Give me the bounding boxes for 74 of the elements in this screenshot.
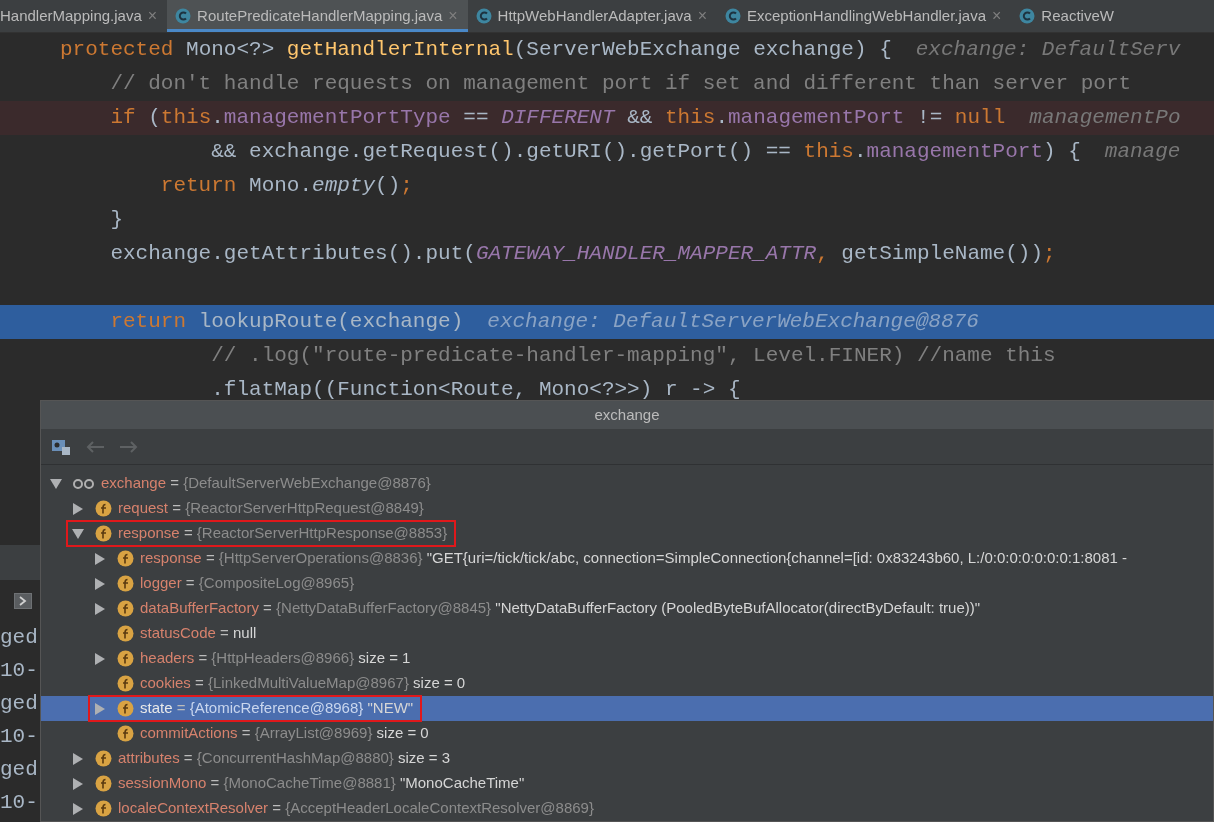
inline-value-hint: exchange: DefaultServ <box>915 37 1181 63</box>
field-icon <box>95 800 112 817</box>
variable-entry: attributes = {ConcurrentHashMap@8880} size = 3 <box>118 748 451 769</box>
variable-entry: headers = {HttpHeaders@8966} size = 1 <box>140 648 411 669</box>
code-line: // .log("route-predicate-handler-mapping", Level.FINER) //name this <box>210 343 1056 369</box>
glasses-icon <box>73 477 95 490</box>
field-icon <box>95 500 112 517</box>
console-text: 10- <box>0 791 38 814</box>
console-text: 10- <box>0 659 38 682</box>
selected-tree-row[interactable]: state = {AtomicReference@8968} "NEW" <box>41 696 1213 721</box>
expand-arrow-icon[interactable] <box>94 652 106 665</box>
expand-arrow-icon[interactable] <box>94 577 106 590</box>
code-line: } <box>109 207 123 233</box>
expand-arrow-icon[interactable] <box>72 802 84 815</box>
inline-value-hint: managementPo <box>1029 105 1181 131</box>
field-icon <box>117 550 134 567</box>
class-icon <box>724 8 741 24</box>
watch-window-icon[interactable] <box>51 437 71 456</box>
code-line: return Mono.empty(); <box>159 173 413 199</box>
file-tab[interactable]: RoutePredicateHandlerMapping.java × <box>167 0 468 32</box>
variable-entry: commitActions = {ArrayList@8969} size = 0 <box>140 723 429 744</box>
field-icon <box>117 675 134 692</box>
close-tab-button[interactable]: × <box>697 4 707 28</box>
code-line: && exchange.getRequest().getURI().getPort() == this.managementPort) { <box>210 139 1081 165</box>
expand-arrow-icon[interactable] <box>72 777 84 790</box>
code-line: protected Mono<?> getHandlerInternal(ServerWebExchange exchange) { <box>60 37 892 63</box>
code-line: if (this.managementPortType == DIFFERENT && this.managementPort != null <box>109 105 1006 131</box>
field-icon <box>117 725 134 742</box>
console-text: 10- <box>0 725 38 748</box>
file-tab[interactable]: HandlerMapping.java × <box>0 0 168 32</box>
variable-entry: dataBufferFactory = {NettyDataBufferFactory@8845} "NettyDataBufferFactory (PooledByteBufAllocator(directByDefault: true))" <box>140 598 981 619</box>
code-line: return lookupRoute(exchange) <box>109 309 464 335</box>
variable-entry: logger = {CompositeLog@8965} <box>140 573 355 594</box>
variable-entry: cookies = {LinkedMultiValueMap@8967} size = 0 <box>140 673 466 694</box>
code-line: .flatMap((Function<Route, Mono<?>>) r -> { <box>210 377 741 403</box>
file-tab[interactable]: ExceptionHandlingWebHandler.java × <box>716 0 1012 32</box>
expand-arrow-icon[interactable] <box>50 477 62 490</box>
variable-entry: request = {ReactorServerHttpRequest@8849} <box>118 498 424 519</box>
variable-entry: exchange = {DefaultServerWebExchange@8876} <box>101 473 431 494</box>
code-line: exchange.getAttributes().put(GATEWAY_HANDLER_MAPPER_ATTR, getSimpleName()); <box>109 241 1056 267</box>
expand-arrow-icon[interactable] <box>72 752 84 765</box>
variable-entry: response = {HttpServerOperations@8836} "GET{uri=/tick/tick/abc, connection=SimpleConnection{channel=[id: 0x83243b60, L:/0:0:0:0:0:0:0:1:8081 - <box>140 548 1128 569</box>
class-icon <box>175 8 192 24</box>
file-tab[interactable]: HttpWebHandlerAdapter.java × <box>467 0 717 32</box>
class-icon <box>1019 8 1036 24</box>
field-icon <box>117 625 134 642</box>
expand-arrow-icon[interactable] <box>72 502 84 515</box>
variable-entry: response = {ReactorServerHttpResponse@8853} <box>118 523 448 544</box>
close-tab-button[interactable]: × <box>992 4 1002 28</box>
variable-entry: sessionMono = {MonoCacheTime@8881} "MonoCacheTime" <box>118 773 525 794</box>
expand-arrow-icon[interactable] <box>94 552 106 565</box>
field-icon <box>95 775 112 792</box>
close-tab-button[interactable]: × <box>147 4 158 28</box>
field-icon <box>117 700 134 717</box>
field-icon <box>95 525 112 542</box>
field-icon <box>117 600 134 617</box>
variable-entry: localeContextResolver = {AcceptHeaderLocaleContextResolver@8869} <box>118 798 594 819</box>
inline-value-hint: exchange: DefaultServerWebExchange@8876 <box>487 309 979 335</box>
console-text: ged <box>0 626 38 649</box>
popup-title: exchange <box>594 404 660 425</box>
code-line: // don't handle requests on management port if set and different than server port <box>109 71 1132 97</box>
file-tab[interactable]: ReactiveW <box>1011 0 1124 32</box>
console-text: ged <box>0 692 38 715</box>
console-text: ged <box>0 758 38 781</box>
console-prompt-icon[interactable] <box>14 593 32 609</box>
class-icon <box>475 8 492 24</box>
variable-entry: statusCode = null <box>140 623 257 644</box>
expand-arrow-icon[interactable] <box>72 527 84 540</box>
field-icon <box>117 575 134 592</box>
expand-arrow-icon[interactable] <box>94 602 106 615</box>
field-icon <box>117 650 134 667</box>
inline-value-hint: manage <box>1104 139 1181 165</box>
field-icon <box>95 750 112 767</box>
variable-entry: state = {AtomicReference@8968} "NEW" <box>140 698 414 719</box>
